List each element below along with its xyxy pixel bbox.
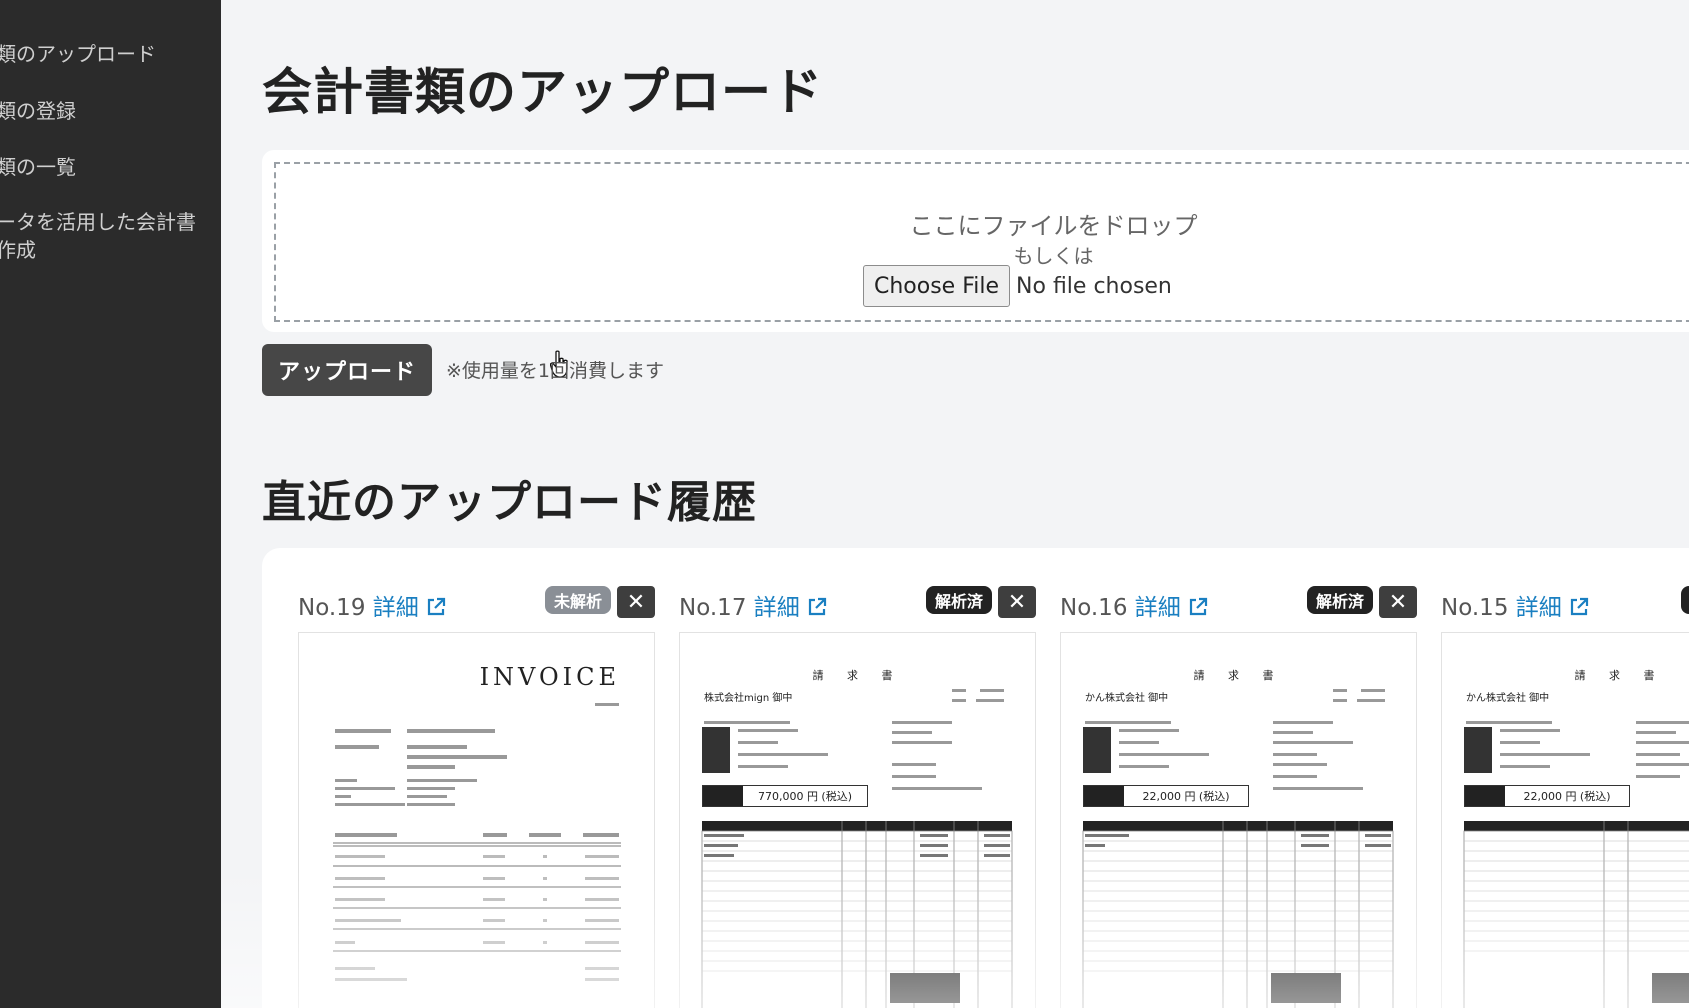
sidebar-item-generate-cont[interactable]: 作成 <box>0 236 36 264</box>
document-thumbnail[interactable]: 請 求 書 かん株式会社 御中 22,000 円 (税込) <box>1060 632 1417 1008</box>
history-item: No.17 詳細 解析済 ✕ 請 求 書 株式会社mign 御中 770,000… <box>679 584 1036 1008</box>
delete-button[interactable]: ✕ <box>617 586 655 618</box>
total-amount-box: 22,000 円 (税込) <box>1464 785 1630 807</box>
sidebar-item-list[interactable]: 類の一覧 <box>0 153 76 181</box>
document-thumbnail[interactable]: INVOICE <box>298 632 655 1008</box>
drop-instruction: ここにファイルをドロップ <box>909 212 1198 240</box>
choose-file-button[interactable]: Choose File <box>863 265 1011 307</box>
history-title: 直近のアップロード履歴 <box>262 477 757 528</box>
delete-button[interactable]: ✕ <box>998 586 1036 618</box>
history-card: No.19 詳細 未解析 ✕ INVOICE No.17 詳細 解析済 ✕ 請 … <box>262 548 1689 1008</box>
total-amount: 770,000 円 (税込) <box>757 790 853 803</box>
main-content: 会計書類のアップロード ここにファイルをドロップ もしくは Choose Fil… <box>221 0 1689 1008</box>
doc-number: No.17 <box>679 595 747 621</box>
file-status: No file chosen <box>1016 273 1172 299</box>
invoice-preview-graphic <box>1463 721 1689 1008</box>
external-link-icon[interactable] <box>1568 596 1590 618</box>
document-thumbnail[interactable]: 請 求 書 かん株式会社 御中 22,000 円 (税込) <box>1441 632 1689 1008</box>
external-link-icon[interactable] <box>425 596 447 618</box>
document-thumbnail[interactable]: 請 求 書 株式会社mign 御中 770,000 円 (税込) <box>679 632 1036 1008</box>
sidebar-item-generate[interactable]: ータを活用した会計書 <box>0 208 196 236</box>
status-badge: 解析済 <box>1306 586 1373 614</box>
invoice-preview-graphic <box>1082 689 1394 1008</box>
upload-card: ここにファイルをドロップ もしくは Choose File No file ch… <box>262 150 1689 332</box>
invoice-preview-graphic <box>333 703 621 981</box>
doc-number: No.16 <box>1060 595 1128 621</box>
detail-link[interactable]: 詳細 <box>754 595 800 621</box>
delete-button[interactable]: ✕ <box>1379 586 1417 618</box>
status-badge: 解析済 <box>925 586 992 614</box>
detail-link[interactable]: 詳細 <box>373 595 419 621</box>
external-link-icon[interactable] <box>806 596 828 618</box>
total-amount: 22,000 円 (税込) <box>1142 790 1230 803</box>
total-amount-box: 22,000 円 (税込) <box>1083 785 1249 807</box>
detail-link[interactable]: 詳細 <box>1516 595 1562 621</box>
file-input[interactable]: Choose File No file chosen <box>863 265 1172 307</box>
drop-zone[interactable]: ここにファイルをドロップ もしくは Choose File No file ch… <box>274 162 1689 322</box>
history-item: No.19 詳細 未解析 ✕ INVOICE <box>298 584 655 1008</box>
total-amount: 22,000 円 (税込) <box>1523 790 1611 803</box>
total-amount-box: 770,000 円 (税込) <box>702 785 868 807</box>
sidebar: 類のアップロード 類の登録 類の一覧 ータを活用した会計書 作成 <box>0 0 221 1008</box>
status-badge: 未解析 <box>544 586 611 614</box>
doc-number: No.15 <box>1441 595 1509 621</box>
page-title: 会計書類のアップロード <box>262 63 823 121</box>
history-item: No.15 詳細 請 求 書 かん株式会社 御中 22,000 円 (税込) <box>1441 584 1689 1008</box>
status-badge <box>1681 586 1689 614</box>
detail-link[interactable]: 詳細 <box>1135 595 1181 621</box>
doc-number: No.19 <box>298 595 366 621</box>
invoice-preview-graphic <box>701 689 1013 1008</box>
external-link-icon[interactable] <box>1187 596 1209 618</box>
upload-button[interactable]: アップロード <box>262 344 432 396</box>
sidebar-item-register[interactable]: 類の登録 <box>0 97 76 125</box>
usage-note: ※使用量を1回消費します <box>446 360 665 382</box>
sidebar-item-upload[interactable]: 類のアップロード <box>0 40 156 68</box>
history-item: No.16 詳細 解析済 ✕ 請 求 書 かん株式会社 御中 22,000 円 … <box>1060 584 1417 1008</box>
